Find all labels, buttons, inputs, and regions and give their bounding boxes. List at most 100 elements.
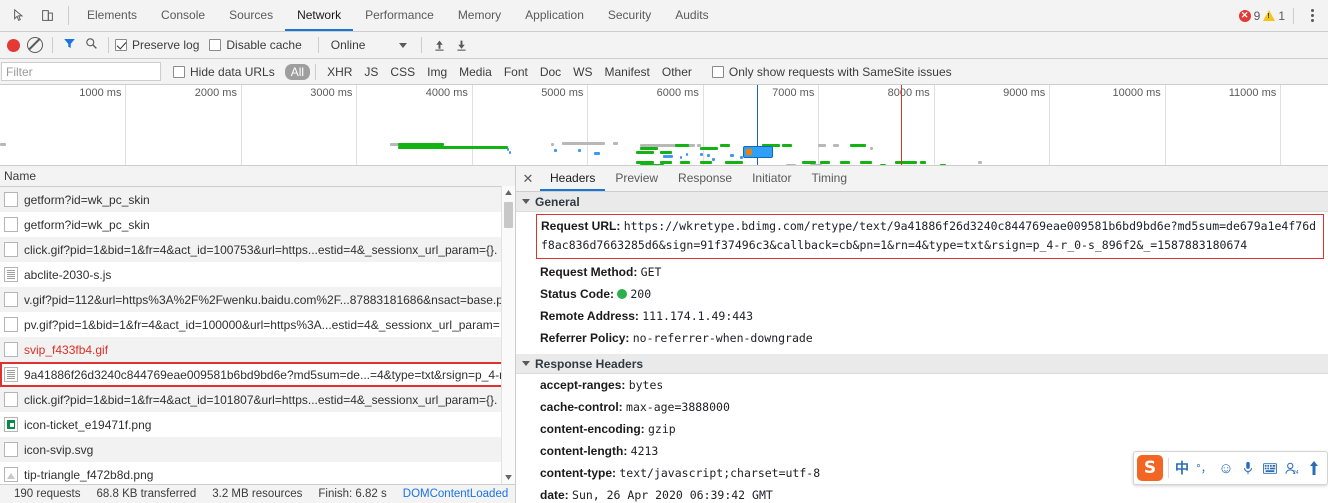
header-value: bytes bbox=[628, 378, 664, 392]
tab-memory[interactable]: Memory bbox=[446, 0, 513, 31]
error-count-badge[interactable]: ✕ 9 bbox=[1238, 9, 1260, 23]
request-row[interactable]: getform?id=wk_pc_skin bbox=[0, 187, 515, 212]
disable-cache-checkbox[interactable]: Disable cache bbox=[209, 38, 302, 52]
request-row[interactable]: icon-ticket_e19471f.png bbox=[0, 412, 515, 437]
overview-bar bbox=[613, 142, 618, 145]
preserve-log-checkbox[interactable]: Preserve log bbox=[115, 38, 199, 52]
device-toolbar-icon[interactable] bbox=[34, 4, 60, 28]
tab-elements[interactable]: Elements bbox=[75, 0, 149, 31]
inspect-element-icon[interactable] bbox=[6, 4, 32, 28]
overview-bar bbox=[551, 143, 554, 146]
overview-bar bbox=[640, 165, 660, 166]
toolbar-divider-1 bbox=[52, 37, 53, 53]
ime-keyboard-icon[interactable] bbox=[1259, 455, 1281, 481]
type-filter-css[interactable]: CSS bbox=[384, 64, 421, 80]
search-icon[interactable] bbox=[85, 37, 98, 53]
warning-count-badge[interactable]: 1 bbox=[1263, 9, 1285, 23]
request-url-label: Request URL: bbox=[541, 219, 621, 233]
tab-application[interactable]: Application bbox=[513, 0, 596, 31]
tab-initiator[interactable]: Initiator bbox=[742, 166, 801, 191]
type-filter-xhr[interactable]: XHR bbox=[321, 64, 358, 80]
general-section-header[interactable]: General bbox=[516, 192, 1328, 212]
type-filter-ws[interactable]: WS bbox=[567, 64, 598, 80]
sogou-ime-toolbar[interactable]: S 中 °， ☺ 24 bbox=[1133, 451, 1328, 485]
type-filter-img[interactable]: Img bbox=[421, 64, 453, 80]
type-filter-doc[interactable]: Doc bbox=[534, 64, 567, 80]
tab-network[interactable]: Network bbox=[285, 0, 354, 31]
tab-response[interactable]: Response bbox=[668, 166, 742, 191]
request-row[interactable]: abclite-2030-s.js bbox=[0, 262, 515, 287]
overview-tick-label: 3000 ms bbox=[310, 87, 353, 99]
response-headers-section-header[interactable]: Response Headers bbox=[516, 354, 1328, 374]
request-row[interactable]: icon-svip.svg bbox=[0, 437, 515, 462]
header-key: accept-ranges: bbox=[540, 378, 629, 392]
tab-headers[interactable]: Headers bbox=[540, 166, 606, 191]
overview-tick-label: 8000 ms bbox=[887, 87, 930, 99]
overview-bar bbox=[562, 142, 605, 145]
tab-timing[interactable]: Timing bbox=[801, 166, 857, 191]
network-overview-timeline[interactable]: 1000 ms 2000 ms 3000 ms 4000 ms 5000 ms 6000 … bbox=[0, 85, 1328, 166]
network-status-bar: 190 requests 68.8 KB transferred 3.2 MB … bbox=[0, 484, 515, 503]
tab-sources[interactable]: Sources bbox=[217, 0, 285, 31]
overview-tick-label: 9000 ms bbox=[1003, 87, 1046, 99]
type-filter-manifest[interactable]: Manifest bbox=[599, 64, 656, 80]
overview-bar bbox=[640, 147, 658, 150]
request-row[interactable]: svip_f433fb4.gif bbox=[0, 337, 515, 362]
request-row[interactable]: pv.gif?pid=1&bid=1&fr=4&act_id=100000&ur… bbox=[0, 312, 515, 337]
type-filter-font[interactable]: Font bbox=[498, 64, 534, 80]
header-key: cache-control: bbox=[540, 400, 627, 414]
chevron-down-icon bbox=[399, 42, 408, 48]
tab-performance[interactable]: Performance bbox=[353, 0, 446, 31]
request-name: icon-ticket_e19471f.png bbox=[24, 417, 152, 432]
clear-button[interactable] bbox=[27, 37, 43, 53]
overview-gridline bbox=[1280, 85, 1282, 165]
scroll-up-icon[interactable] bbox=[502, 186, 515, 199]
record-button[interactable] bbox=[7, 38, 20, 52]
request-url-value[interactable]: https://wkretype.bdimg.com/retype/text/9… bbox=[541, 219, 1316, 252]
tab-console[interactable]: Console bbox=[149, 0, 217, 31]
kebab-menu-icon[interactable] bbox=[1302, 5, 1322, 27]
throttling-value: Online bbox=[330, 38, 366, 52]
overview-bar bbox=[750, 165, 768, 166]
request-row[interactable]: 9a41886f26d3240c844769eae009581b6bd9bd6e… bbox=[0, 362, 515, 387]
tab-security[interactable]: Security bbox=[596, 0, 663, 31]
ime-punctuation-button[interactable]: °， bbox=[1193, 455, 1215, 481]
type-filter-js[interactable]: JS bbox=[358, 64, 384, 80]
request-list-scrollbar[interactable] bbox=[501, 186, 515, 484]
filter-icon[interactable] bbox=[63, 37, 76, 53]
samesite-issues-checkbox[interactable]: Only show requests with SameSite issues bbox=[711, 65, 952, 79]
overview-gridline bbox=[125, 85, 127, 165]
overview-bar bbox=[718, 165, 740, 166]
scrollbar-thumb[interactable] bbox=[504, 202, 513, 228]
ime-mic-icon[interactable] bbox=[1237, 455, 1259, 481]
ime-mode-button[interactable]: 中 bbox=[1171, 455, 1193, 481]
ime-logo-icon[interactable]: S bbox=[1137, 455, 1163, 481]
overview-bar bbox=[594, 152, 600, 155]
ime-emoji-icon[interactable]: ☺ bbox=[1215, 455, 1237, 481]
throttling-select[interactable]: Online bbox=[325, 38, 408, 52]
filter-input[interactable]: Filter bbox=[1, 62, 161, 81]
request-name: getform?id=wk_pc_skin bbox=[24, 217, 150, 232]
type-filter-all[interactable]: All bbox=[284, 63, 311, 80]
close-icon[interactable]: ✕ bbox=[516, 166, 540, 191]
overview-bar bbox=[660, 151, 672, 154]
scroll-down-icon[interactable] bbox=[502, 471, 515, 484]
export-har-icon[interactable] bbox=[450, 35, 472, 55]
overview-tick-label: 1000 ms bbox=[79, 87, 122, 99]
hide-data-urls-checkbox[interactable]: Hide data URLs bbox=[173, 65, 275, 79]
type-filter-other[interactable]: Other bbox=[656, 64, 698, 80]
request-row[interactable]: getform?id=wk_pc_skin bbox=[0, 212, 515, 237]
request-row[interactable]: click.gif?pid=1&bid=1&fr=4&act_id=100753… bbox=[0, 237, 515, 262]
tab-audits[interactable]: Audits bbox=[663, 0, 720, 31]
ime-more-icon[interactable] bbox=[1303, 455, 1325, 481]
overview-bar bbox=[978, 161, 982, 164]
tab-preview[interactable]: Preview bbox=[605, 166, 668, 191]
request-row[interactable]: click.gif?pid=1&bid=1&fr=4&act_id=101807… bbox=[0, 387, 515, 412]
request-row[interactable]: v.gif?pid=112&url=https%3A%2F%2Fwenku.ba… bbox=[0, 287, 515, 312]
ime-skin-icon[interactable]: 24 bbox=[1281, 455, 1303, 481]
type-filter-media[interactable]: Media bbox=[453, 64, 498, 80]
overview-bar bbox=[780, 165, 794, 166]
import-har-icon[interactable] bbox=[428, 35, 450, 55]
image-png-icon bbox=[4, 417, 18, 432]
overview-gridline bbox=[587, 85, 589, 165]
